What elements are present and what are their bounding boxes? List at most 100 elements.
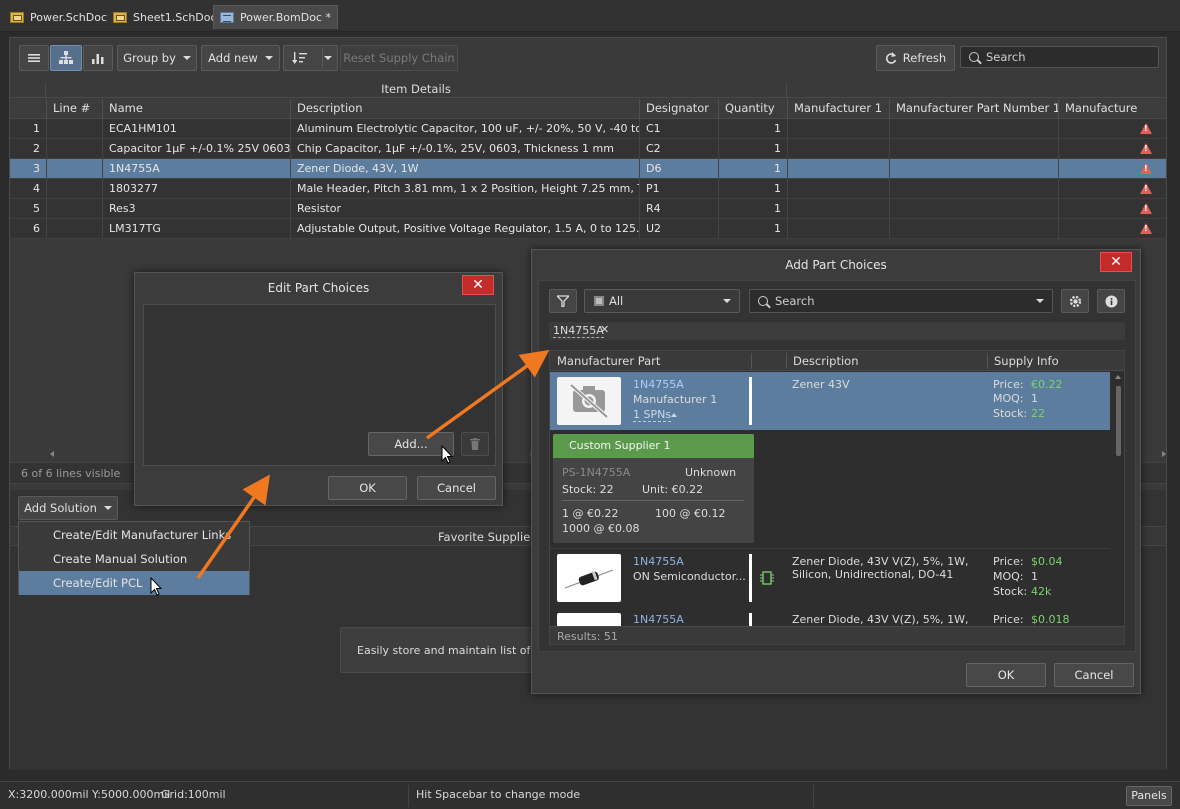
col-manufacture[interactable]: Manufacture [1058, 99, 1166, 119]
document-tab-bar: Power.SchDoc Sheet1.SchDoc Power.BomDoc … [0, 0, 1180, 32]
col-name[interactable]: Name [102, 99, 290, 119]
tab-power-bomdoc[interactable]: Power.BomDoc * [213, 5, 338, 29]
table-row[interactable]: 5 Res3 Resistor R4 1 [10, 199, 1166, 219]
cell-mpn [889, 159, 1058, 179]
table-header: Line # Name Description Designator Quant… [10, 99, 1166, 119]
cell-des: R4 [639, 199, 718, 219]
part-description: Zener Diode, 43V V(Z), 5%, 1W, [792, 613, 969, 626]
warning-icon[interactable] [1140, 123, 1152, 134]
spns-toggle[interactable]: 1 SPNs [633, 409, 672, 422]
favorite-suppliers-header: Favorite Suppliers [438, 530, 541, 544]
supplier-header: Custom Supplier 1 [553, 434, 754, 458]
col-description[interactable]: Description [290, 99, 639, 119]
cell-desc: Male Header, Pitch 3.81 mm, 1 x 2 Positi… [290, 179, 639, 199]
menu-item-edit-pcl[interactable]: Create/Edit PCL [19, 571, 249, 595]
grid-size: Grid:100mil [161, 788, 226, 801]
col-designator[interactable]: Designator [639, 99, 718, 119]
row-index: 1 [33, 122, 40, 135]
supplier-part-number: PS-1N4755A [562, 466, 631, 479]
part-description: Zener 43V [792, 378, 850, 391]
mode-hint: Hit Spacebar to change mode [416, 788, 581, 801]
category-dropdown[interactable]: All [584, 289, 740, 313]
warning-icon[interactable] [1140, 163, 1152, 174]
part-row[interactable]: 1N4755A Zener Diode, 43V V(Z), 5%, 1W, P… [550, 608, 1110, 628]
schematic-file-icon [10, 11, 24, 23]
col-manufacturer[interactable]: Manufacturer 1 [787, 99, 889, 119]
ok-button[interactable]: OK [328, 476, 407, 500]
warning-icon[interactable] [1140, 143, 1152, 154]
table-row[interactable]: 1 ECA1HM101 Aluminum Electrolytic Capacito… [10, 119, 1166, 139]
chart-view-button[interactable] [83, 45, 113, 71]
close-icon[interactable]: ✕ [462, 275, 494, 295]
scroll-thumb[interactable] [1116, 386, 1121, 456]
menu-item-manual-solution[interactable]: Create Manual Solution [19, 547, 249, 571]
table-row[interactable]: 3 1N4755A Zener Diode, 43V, 1W D6 1 [10, 159, 1166, 179]
warning-icon[interactable] [1140, 203, 1152, 214]
divider [562, 500, 744, 501]
cell-m1 [787, 159, 889, 179]
search-chip[interactable]: 1N4755A [553, 324, 604, 338]
col-line[interactable]: Line # [46, 99, 102, 119]
sort-split-button[interactable] [283, 45, 338, 71]
group-by-label: Group by [123, 51, 176, 65]
close-icon[interactable]: ✕ [1100, 252, 1132, 272]
filter-button[interactable] [549, 289, 577, 313]
supplier-card[interactable]: Custom Supplier 1 PS-1N4755A Unknown Sto… [553, 434, 754, 543]
chevron-down-icon [103, 506, 112, 510]
cell-des: C1 [639, 119, 718, 139]
results-footer: Results: 51 [550, 626, 1124, 644]
lines-visible-text: 6 of 6 lines visible [21, 467, 121, 480]
moq-label: MOQ: [993, 570, 1024, 583]
add-part-panel: All Search 1N4755A ✕ Manufacturer Part D… [538, 280, 1136, 652]
part-row[interactable]: 1N4755A ON Semiconductor... Zener Diode,… [550, 548, 1110, 606]
table-row[interactable]: 6 LM317TG Adjustable Output, Positive Volt… [10, 219, 1166, 239]
flat-view-button[interactable] [19, 45, 49, 71]
warning-icon[interactable] [1140, 223, 1152, 234]
col-description[interactable]: Description [793, 354, 859, 368]
col-supply-info[interactable]: Supply Info [994, 354, 1059, 368]
vertical-scrollbar[interactable] [1113, 372, 1124, 624]
stock-value: 42k [1031, 585, 1052, 598]
menu-item-manufacturer-links[interactable]: Create/Edit Manufacturer Links [19, 523, 249, 547]
cell-name: LM317TG [102, 219, 290, 239]
settings-button[interactable] [1061, 289, 1089, 313]
refresh-button[interactable]: Refresh [876, 45, 955, 71]
reset-supply-chain-button[interactable]: Reset Supply Chain [340, 45, 458, 71]
cell-m1 [787, 179, 889, 199]
delete-button[interactable] [461, 432, 489, 456]
bom-search-input[interactable]: Search [960, 46, 1159, 68]
warning-icon[interactable] [1140, 183, 1152, 194]
cell-m1 [787, 119, 889, 139]
part-description: Silicon, Unidirectional, DO-41 [792, 568, 954, 581]
price-break: 100 @ €0.12 [655, 507, 726, 520]
divider [749, 377, 752, 425]
col-mpn[interactable]: Manufacturer Part Number 1 [889, 99, 1058, 119]
panels-button[interactable]: Panels [1126, 786, 1172, 806]
col-manufacturer-part[interactable]: Manufacturer Part [557, 354, 660, 368]
cell-qty: 1 [718, 119, 787, 139]
cell-name: 1803277 [102, 179, 290, 199]
group-by-dropdown[interactable]: Group by [117, 45, 197, 71]
chevron-down-icon [324, 56, 332, 60]
row-index: 2 [33, 142, 40, 155]
add-solution-dropdown[interactable]: Add Solution [18, 496, 118, 520]
remove-chip-icon[interactable]: ✕ [600, 323, 609, 336]
divider [408, 785, 409, 807]
scroll-right-icon [1162, 451, 1166, 457]
base-view-button[interactable] [50, 45, 82, 71]
part-row-selected[interactable]: 1N4755A Manufacturer 1 1 SPNs Zener 43V … [550, 372, 1110, 430]
table-row[interactable]: 2 Capacitor 1µF +/-0.1% 25V 0603 Chip Capa… [10, 139, 1166, 159]
table-row[interactable]: 4 1803277 Male Header, Pitch 3.81 mm, 1 x … [10, 179, 1166, 199]
part-search-input[interactable]: Search [749, 289, 1053, 313]
tab-power-schdoc[interactable]: Power.SchDoc [4, 5, 113, 29]
add-new-dropdown[interactable]: Add new [201, 45, 280, 71]
cancel-button[interactable]: Cancel [417, 476, 496, 500]
ok-button[interactable]: OK [966, 663, 1046, 687]
cancel-button[interactable]: Cancel [1054, 663, 1134, 687]
stock-label: Stock: [993, 407, 1028, 420]
no-image-icon [557, 377, 621, 425]
col-quantity[interactable]: Quantity [718, 99, 787, 119]
stock-value: 22 [1031, 407, 1045, 420]
tab-sheet1-schdoc[interactable]: Sheet1.SchDoc [107, 5, 223, 29]
info-button[interactable] [1097, 289, 1125, 313]
